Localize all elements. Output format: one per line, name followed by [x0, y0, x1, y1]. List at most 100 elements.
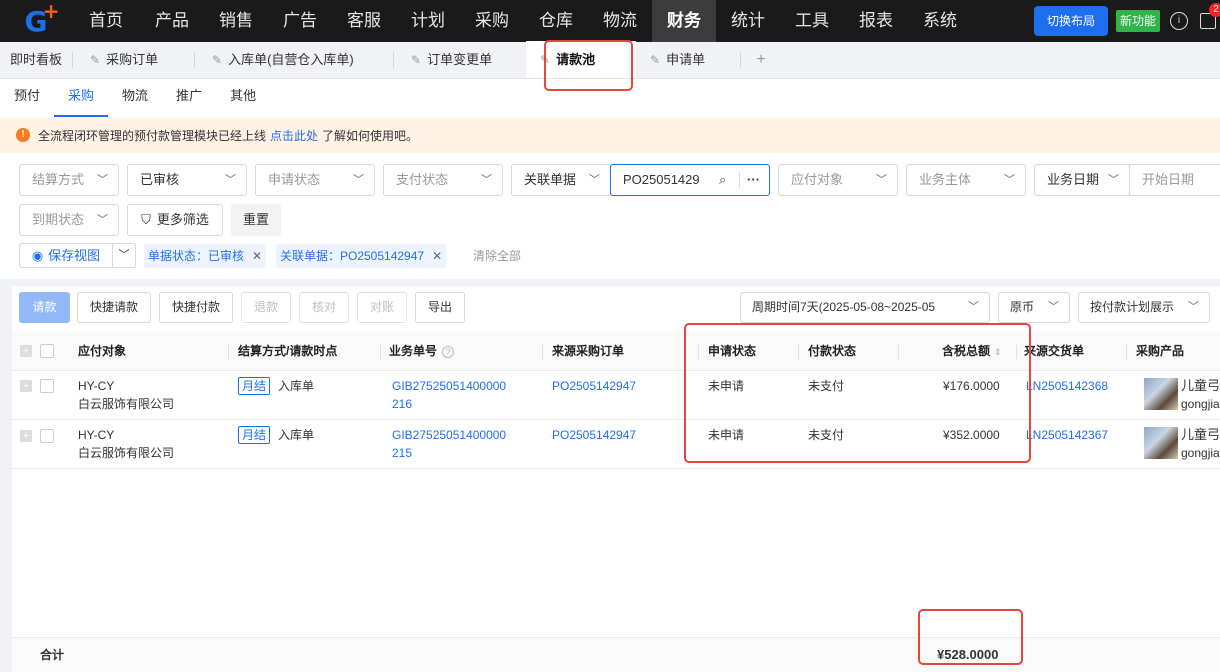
- nav-item-reports[interactable]: 报表: [844, 0, 908, 42]
- pin-icon[interactable]: ✎: [540, 41, 550, 79]
- verify-button[interactable]: 核对: [299, 292, 349, 323]
- biz-date-select[interactable]: 业务日期 ﹀: [1034, 164, 1130, 196]
- more-filters-button[interactable]: ⛉ 更多筛选: [127, 204, 223, 236]
- biz-no-line2: 215: [392, 446, 413, 460]
- biz-no-link[interactable]: GIB27525051400000 215: [392, 426, 506, 462]
- subtab-prepay[interactable]: 预付: [0, 79, 54, 117]
- chevron-down-icon: ﹀: [1108, 174, 1119, 186]
- search-icon[interactable]: ⌕: [719, 165, 726, 195]
- nav-item-tools[interactable]: 工具: [780, 0, 844, 42]
- reconcile-button[interactable]: 对账: [357, 292, 407, 323]
- pin-icon[interactable]: ✎: [411, 41, 421, 79]
- source-po-link[interactable]: PO2505142947: [552, 377, 636, 395]
- source-po-link[interactable]: PO2505142947: [552, 426, 636, 444]
- related-doc-search-input[interactable]: PO25051429 ⌕ ···: [610, 164, 770, 196]
- expand-all-icon[interactable]: +: [20, 345, 32, 357]
- nav-item-ads[interactable]: 广告: [268, 0, 332, 42]
- new-feature-button[interactable]: 新功能: [1115, 10, 1160, 32]
- nav-item-plan[interactable]: 计划: [396, 0, 460, 42]
- more-icon[interactable]: ···: [747, 165, 760, 195]
- tab-application[interactable]: ✎ 申请单: [636, 41, 740, 78]
- main-menu: 首页 产品 销售 广告 客服 计划 采购 仓库 物流 财务 统计 工具 报表 系…: [72, 0, 972, 42]
- request-payment-button[interactable]: 请款: [19, 292, 70, 323]
- currency-select[interactable]: 原币 ﹀: [998, 292, 1070, 323]
- subtab-logistics[interactable]: 物流: [108, 79, 162, 117]
- delivery-link[interactable]: LN2505142367: [1026, 426, 1108, 444]
- row-checkbox[interactable]: [40, 379, 54, 393]
- pin-icon[interactable]: ✎: [650, 41, 660, 79]
- nav-item-service[interactable]: 客服: [332, 0, 396, 42]
- eye-icon: ◉: [31, 248, 44, 263]
- apply-status-select[interactable]: 申请状态 ﹀: [255, 164, 375, 196]
- related-doc-select[interactable]: 关联单据 ﹀: [511, 164, 611, 196]
- switch-layout-button[interactable]: 切换布局: [1033, 6, 1108, 36]
- expand-row-icon[interactable]: +: [20, 380, 32, 392]
- tab-payment-pool[interactable]: ✎ 请款池: [526, 41, 636, 78]
- nav-item-logistics[interactable]: 物流: [588, 0, 652, 42]
- col-payee: 应付对象: [78, 344, 127, 358]
- pin-icon[interactable]: ✎: [90, 41, 100, 79]
- tab-purchase-order[interactable]: ✎ 采购订单: [73, 41, 194, 78]
- nav-item-stats[interactable]: 统计: [716, 0, 780, 42]
- subtab-purchase[interactable]: 采购: [54, 79, 109, 117]
- export-button[interactable]: 导出: [415, 292, 465, 323]
- reset-button[interactable]: 重置: [231, 204, 281, 236]
- nav-item-system[interactable]: 系统: [908, 0, 972, 42]
- column-divider: [1016, 345, 1017, 359]
- tab-order-change[interactable]: ✎ 订单变更单: [394, 41, 526, 78]
- clear-all-link[interactable]: 清除全部: [473, 244, 521, 268]
- quick-request-button[interactable]: 快捷请款: [77, 292, 151, 323]
- col-biz-no: 业务单号?: [389, 332, 455, 371]
- delivery-link[interactable]: LN2505142368: [1026, 377, 1108, 395]
- product-thumbnail[interactable]: [1144, 427, 1178, 459]
- review-status-select[interactable]: 已审核 ﹀: [127, 164, 247, 196]
- table-row[interactable]: + HY-CY 白云服饰有限公司 月结 入库单 GIB27525051400000…: [12, 420, 1220, 469]
- task-icon[interactable]: 2: [1200, 3, 1220, 29]
- due-status-select[interactable]: 到期状态 ﹀: [19, 204, 119, 236]
- expand-row-icon[interactable]: +: [20, 430, 32, 442]
- app-logo[interactable]: G +: [0, 0, 72, 42]
- close-icon[interactable]: ✕: [252, 249, 262, 263]
- add-tab-button[interactable]: +: [741, 41, 781, 78]
- power-icon[interactable]: i: [1170, 12, 1188, 30]
- save-view-dropdown[interactable]: ﹀: [112, 243, 136, 268]
- chip-label: 关联单据：PO2505142947: [280, 249, 425, 263]
- pay-status-select[interactable]: 支付状态 ﹀: [383, 164, 503, 196]
- quick-pay-button[interactable]: 快捷付款: [159, 292, 233, 323]
- biz-no-link[interactable]: GIB27525051400000 216: [392, 377, 506, 413]
- tab-dashboard[interactable]: 即时看板: [0, 41, 72, 78]
- nav-item-warehouse[interactable]: 仓库: [524, 0, 588, 42]
- nav-item-sales[interactable]: 销售: [204, 0, 268, 42]
- subtab-other[interactable]: 其他: [216, 79, 270, 117]
- settle-type: 入库单: [278, 379, 315, 393]
- nav-item-home[interactable]: 首页: [72, 0, 140, 42]
- save-view-button[interactable]: ◉ 保存视图: [19, 243, 113, 268]
- close-icon[interactable]: ✕: [432, 249, 442, 263]
- tab-label: 申请单: [666, 51, 706, 67]
- notice-link[interactable]: 点击此处: [270, 127, 318, 144]
- display-mode-select[interactable]: 按付款计划展示 ﹀: [1078, 292, 1210, 323]
- settlement-select[interactable]: 结算方式 ﹀: [19, 164, 119, 196]
- select-value: 按付款计划展示: [1090, 300, 1175, 314]
- table-row[interactable]: + HY-CY 白云服饰有限公司 月结 入库单 GIB27525051400000…: [12, 371, 1220, 420]
- refund-button[interactable]: 退款: [241, 292, 291, 323]
- select-all-checkbox[interactable]: [40, 344, 54, 358]
- apply-status: 未申请: [708, 379, 745, 393]
- row-checkbox[interactable]: [40, 429, 54, 443]
- period-select[interactable]: 周期时间7天(2025-05-08~2025-05 ﹀: [740, 292, 990, 323]
- entity-select[interactable]: 业务主体 ﹀: [906, 164, 1026, 196]
- col-total[interactable]: 含税总额 ⇕: [942, 332, 1002, 371]
- payee-select[interactable]: 应付对象 ﹀: [778, 164, 898, 196]
- chevron-down-icon: ﹀: [1188, 301, 1199, 313]
- sort-icon[interactable]: ⇕: [994, 347, 1002, 357]
- nav-item-purchase[interactable]: 采购: [460, 0, 524, 42]
- pin-icon[interactable]: ✎: [212, 41, 222, 79]
- left-gutter: [0, 279, 12, 672]
- subtab-promotion[interactable]: 推广: [162, 79, 216, 117]
- start-date-input[interactable]: 开始日期: [1129, 164, 1220, 196]
- nav-item-product[interactable]: 产品: [140, 0, 204, 42]
- help-icon[interactable]: ?: [442, 346, 455, 358]
- product-thumbnail[interactable]: [1144, 378, 1178, 410]
- nav-item-finance[interactable]: 财务: [652, 0, 716, 42]
- tab-inbound-order[interactable]: ✎ 入库单(自营仓入库单): [195, 41, 393, 78]
